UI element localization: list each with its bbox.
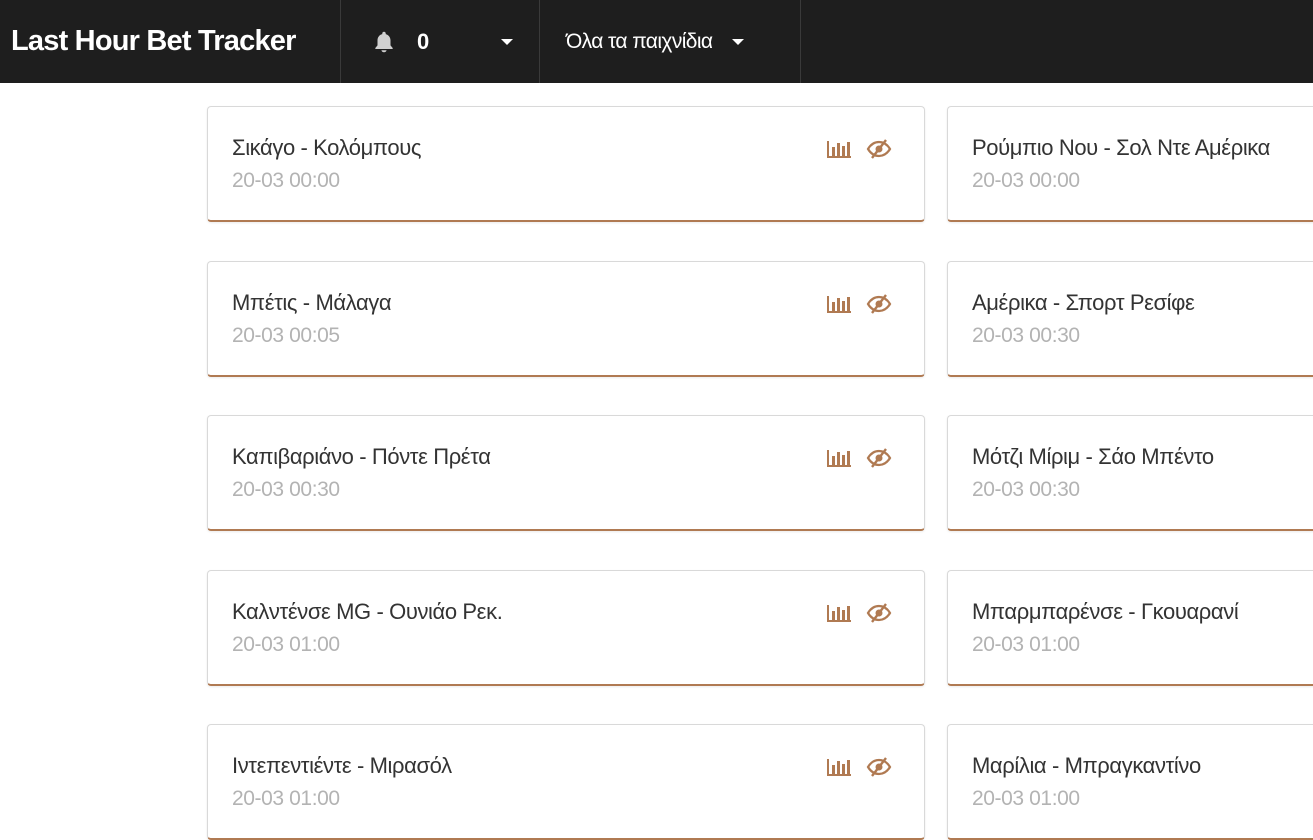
bar-chart-icon[interactable] <box>826 602 852 624</box>
notifications-dropdown[interactable]: 0 <box>341 0 540 83</box>
top-navbar: Last Hour Bet Tracker 0 Όλα τα παιχνίδια <box>0 0 1313 83</box>
eye-slash-icon[interactable] <box>866 293 892 315</box>
bar-chart-icon[interactable] <box>826 138 852 160</box>
match-title: Μαρίλια - Μπραγκαντίνο <box>972 753 1201 778</box>
match-title: Ιντεπεντιέντε - Μιρασόλ <box>232 753 452 778</box>
match-card[interactable]: Ιντεπεντιέντε - Μιρασόλ 20-03 01:00 <box>207 724 925 840</box>
eye-slash-icon[interactable] <box>866 756 892 778</box>
match-title: Αμέρικα - Σπορτ Ρεσίφε <box>972 290 1195 315</box>
match-title: Καπιβαριάνο - Πόντε Πρέτα <box>232 444 491 469</box>
bell-icon <box>375 31 393 52</box>
match-title: Μπαρμπαρένσε - Γκουαρανί <box>972 599 1239 624</box>
bar-chart-icon[interactable] <box>826 293 852 315</box>
eye-slash-icon[interactable] <box>866 602 892 624</box>
chevron-down-icon <box>732 38 745 45</box>
match-title: Μπέτις - Μάλαγα <box>232 290 392 315</box>
match-actions <box>826 602 892 624</box>
match-time: 20-03 01:00 <box>972 787 1080 810</box>
games-filter-label: Όλα τα παιχνίδια <box>566 29 713 53</box>
bar-chart-icon[interactable] <box>826 447 852 469</box>
match-card[interactable]: Αμέρικα - Σπορτ Ρεσίφε 20-03 00:30 <box>947 261 1313 377</box>
match-card[interactable]: Μπαρμπαρένσε - Γκουαρανί 20-03 01:00 <box>947 570 1313 686</box>
match-actions <box>826 138 892 160</box>
match-card[interactable]: Μότζι Μίριμ - Σάο Μπέντο 20-03 00:30 <box>947 415 1313 531</box>
match-title: Ρούμπιο Νου - Σολ Ντε Αμέρικα <box>972 135 1270 160</box>
match-actions <box>826 447 892 469</box>
match-title: Σικάγο - Κολόμπους <box>232 135 422 160</box>
match-card[interactable]: Μαρίλια - Μπραγκαντίνο 20-03 01:00 <box>947 724 1313 840</box>
match-actions <box>826 756 892 778</box>
match-card[interactable]: Ρούμπιο Νου - Σολ Ντε Αμέρικα 20-03 00:0… <box>947 106 1313 222</box>
match-actions <box>826 293 892 315</box>
match-time: 20-03 00:05 <box>232 324 340 347</box>
match-time: 20-03 01:00 <box>972 633 1080 656</box>
match-card[interactable]: Μπέτις - Μάλαγα 20-03 00:05 <box>207 261 925 377</box>
match-time: 20-03 00:30 <box>972 324 1080 347</box>
match-card[interactable]: Καλντένσε MG - Ουνιάο Ρεκ. 20-03 01:00 <box>207 570 925 686</box>
eye-slash-icon[interactable] <box>866 447 892 469</box>
match-title: Μότζι Μίριμ - Σάο Μπέντο <box>972 444 1214 469</box>
match-time: 20-03 01:00 <box>232 633 340 656</box>
match-time: 20-03 00:30 <box>232 478 340 501</box>
match-title: Καλντένσε MG - Ουνιάο Ρεκ. <box>232 599 503 624</box>
app-title[interactable]: Last Hour Bet Tracker <box>0 0 341 83</box>
match-time: 20-03 01:00 <box>232 787 340 810</box>
games-filter-dropdown[interactable]: Όλα τα παιχνίδια <box>540 0 801 83</box>
eye-slash-icon[interactable] <box>866 138 892 160</box>
notification-count: 0 <box>417 28 430 54</box>
match-card[interactable]: Σικάγο - Κολόμπους 20-03 00:00 <box>207 106 925 222</box>
match-time: 20-03 00:30 <box>972 478 1080 501</box>
match-time: 20-03 00:00 <box>972 169 1080 192</box>
match-time: 20-03 00:00 <box>232 169 340 192</box>
match-card[interactable]: Καπιβαριάνο - Πόντε Πρέτα 20-03 00:30 <box>207 415 925 531</box>
chevron-down-icon <box>501 38 513 45</box>
bar-chart-icon[interactable] <box>826 756 852 778</box>
